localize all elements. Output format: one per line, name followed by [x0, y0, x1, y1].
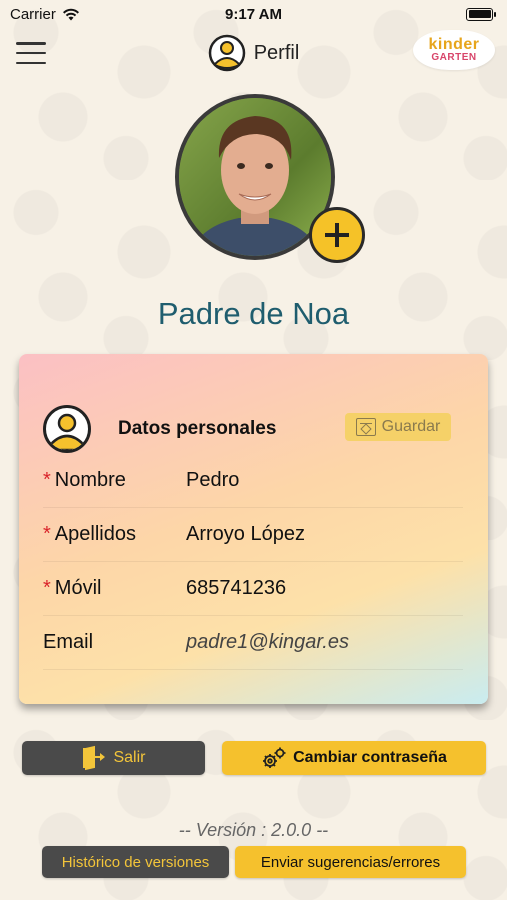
navigation-bar: Perfil kinder GARTEN: [0, 30, 507, 76]
send-feedback-label: Enviar sugerencias/errores: [260, 853, 441, 871]
save-icon: [355, 418, 376, 436]
version-text: -- Versión : 2.0.0 --: [178, 820, 329, 840]
add-photo-button[interactable]: [309, 207, 365, 263]
field-row-apellidos: * Apellidos Arroyo López: [43, 508, 463, 562]
field-label: * Nombre: [43, 469, 186, 492]
mobile-field[interactable]: 685741236: [186, 577, 286, 600]
page-title: Perfil: [253, 41, 300, 64]
first-name-field[interactable]: Pedro: [186, 469, 239, 492]
status-left: Carrier: [10, 6, 80, 23]
door-exit-icon: [81, 745, 106, 771]
required-marker: *: [43, 469, 51, 491]
field-label: * Apellidos: [43, 523, 186, 546]
user-circle-icon: [43, 405, 91, 453]
card-title: Datos personales: [118, 418, 277, 439]
logout-label: Salir: [113, 749, 146, 766]
field-label-text: Apellidos: [54, 523, 136, 545]
kindergarten-logo: kinder GARTEN: [413, 30, 495, 70]
change-password-label: Cambiar contraseña: [293, 749, 447, 766]
battery-icon: [466, 7, 496, 21]
card-header: Datos personales Guardar: [43, 404, 463, 454]
logo-top-text: kinder: [428, 36, 480, 53]
version-history-label: Histórico de versiones: [61, 853, 210, 871]
send-feedback-button[interactable]: Enviar sugerencias/errores: [235, 846, 466, 878]
required-marker: *: [43, 577, 51, 599]
field-row-nombre: * Nombre Pedro: [43, 454, 463, 508]
status-time: 9:17 AM: [225, 5, 282, 23]
field-label-text: Nombre: [54, 469, 126, 491]
last-name-field[interactable]: Arroyo López: [186, 523, 305, 546]
save-button[interactable]: Guardar: [345, 413, 451, 441]
battery-fill: [468, 10, 491, 18]
status-bar: Carrier 9:17 AM: [0, 0, 507, 28]
field-row-movil: * Móvil 685741236: [43, 562, 463, 616]
plus-icon: [325, 223, 349, 247]
personal-data-card: Datos personales Guardar * Nombre Pedro *…: [19, 354, 488, 704]
profile-name: Padre de Noa: [157, 296, 350, 331]
logo-bottom-text: GARTEN: [431, 52, 477, 63]
carrier-label: Carrier: [10, 5, 56, 23]
wifi-icon: [62, 8, 79, 20]
save-label: Guardar: [381, 418, 441, 435]
email-field[interactable]: padre1@kingar.es: [186, 631, 349, 654]
logout-button[interactable]: Salir: [22, 741, 205, 775]
field-row-email: Email padre1@kingar.es: [43, 616, 463, 670]
field-label: * Móvil: [43, 577, 186, 600]
change-password-button[interactable]: Cambiar contraseña: [222, 741, 486, 775]
nav-title-group: Perfil: [208, 34, 300, 72]
required-marker: *: [43, 523, 51, 545]
field-label: Email: [43, 631, 186, 654]
user-circle-icon: [208, 34, 245, 72]
version-history-button[interactable]: Histórico de versiones: [42, 846, 229, 878]
field-label-text: Email: [43, 631, 94, 653]
hamburger-menu-icon[interactable]: [16, 42, 46, 64]
avatar-section: [175, 94, 367, 266]
gears-icon: [263, 747, 286, 768]
field-label-text: Móvil: [54, 577, 102, 599]
